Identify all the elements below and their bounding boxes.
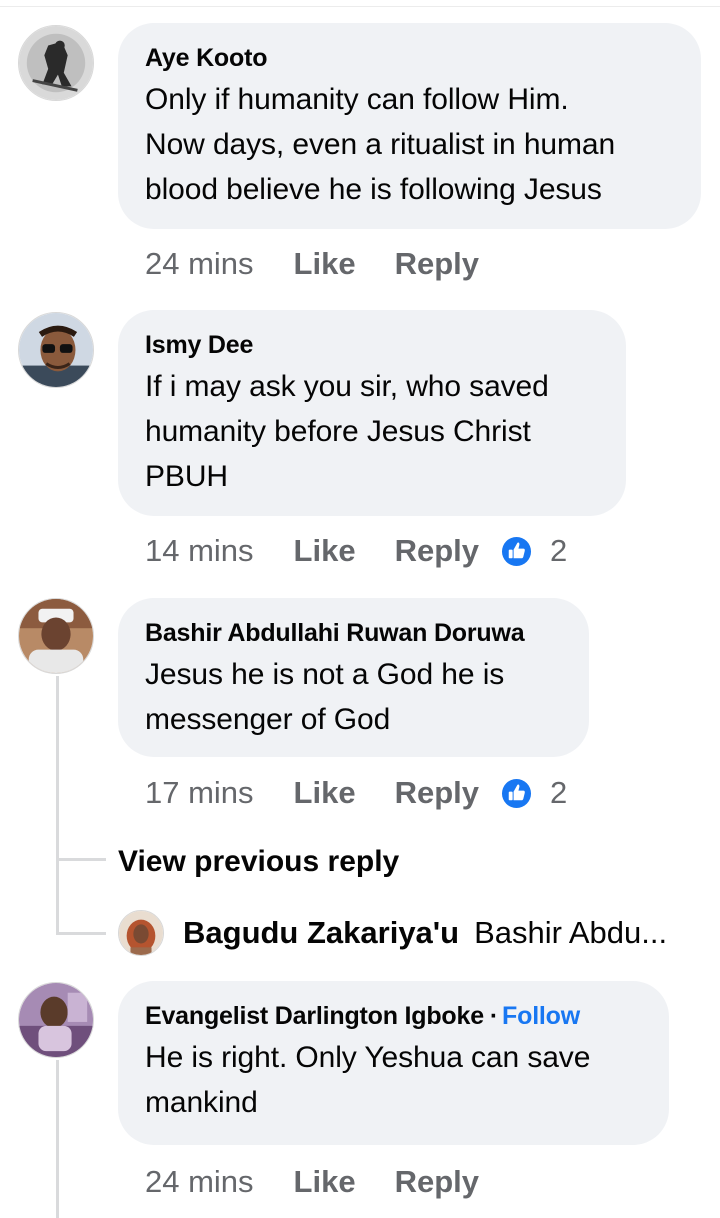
separator-dot: · [489,1002,499,1030]
like-button[interactable]: Like [294,775,356,811]
reply-button[interactable]: Reply [395,775,479,811]
avatar-image [19,983,93,1057]
reply-text: Bashir Abdu... [474,915,668,950]
avatar-darlington[interactable] [18,982,94,1058]
comment-author[interactable]: Aye Kooto [145,43,675,73]
like-thumbs-up-icon [501,536,532,566]
comment-author[interactable]: Evangelist Darlington Igboke [145,1002,484,1030]
comment-text-line: Now days, even a ritualist in human [145,128,616,161]
like-button[interactable]: Like [294,246,356,282]
avatar-bagudu[interactable] [118,910,164,956]
avatar-image [19,313,93,387]
like-button[interactable]: Like [294,533,356,569]
avatar-image [119,911,163,955]
comment-bubble: Ismy Dee If i may ask you sir, who saved… [118,310,626,516]
reply-button[interactable]: Reply [395,533,479,569]
comment-text-line: PBUH [145,460,228,493]
comment-actions: 14 mins Like Reply 2 [145,531,567,571]
reaction-summary[interactable]: 2 [501,533,567,569]
reaction-summary[interactable]: 2 [501,775,567,811]
comment-text-line: mankind [145,1086,258,1119]
reply-author[interactable]: Bagudu Zakariya'u [183,915,459,951]
comment-text-line: messenger of God [145,703,391,736]
comment-actions: 24 mins Like Reply [145,244,479,284]
reply-button[interactable]: Reply [395,246,479,282]
comment-author[interactable]: Bashir Abdullahi Ruwan Doruwa [145,618,563,648]
follow-button[interactable]: Follow [502,1002,580,1030]
comment-text-line: If i may ask you sir, who saved [145,370,549,403]
comment-bubble: Aye Kooto Only if humanity can follow Hi… [118,23,701,229]
comment-text-line: humanity before Jesus Christ [145,415,531,448]
comment-actions: 24 mins Like Reply [145,1162,479,1202]
reaction-count: 2 [550,775,568,810]
comment-timestamp[interactable]: 17 mins [145,775,254,811]
reaction-count: 2 [550,533,568,568]
like-thumbs-up-icon [501,778,532,808]
comment-text-line: Jesus he is not a God he is [145,658,505,691]
comment-timestamp[interactable]: 24 mins [145,1164,254,1200]
comment-bubble: Bashir Abdullahi Ruwan Doruwa Jesus he i… [118,598,589,757]
comment-text-line: He is right. Only Yeshua can save [145,1041,591,1074]
comment-text-line: Only if humanity can follow Him. [145,83,569,116]
avatar-bashir[interactable] [18,598,94,674]
thread-line [56,1060,59,1218]
comment-timestamp[interactable]: 24 mins [145,246,254,282]
comment-text: Only if humanity can follow Him. Now day… [145,77,675,212]
reply-preview[interactable]: Bagudu Zakariya'u Bashir Abdu... [118,909,667,957]
avatar-aye-kooto[interactable] [18,25,94,101]
comment-text: If i may ask you sir, who saved humanity… [145,364,600,499]
top-divider [0,6,720,7]
avatar-image [19,26,93,100]
comment-author[interactable]: Ismy Dee [145,330,600,360]
like-button[interactable]: Like [294,1164,356,1200]
avatar-ismy-dee[interactable] [18,312,94,388]
avatar-image [19,599,93,673]
comment-text: He is right. Only Yeshua can save mankin… [145,1035,643,1125]
thread-connector [56,932,106,935]
comment-timestamp[interactable]: 14 mins [145,533,254,569]
comment-text-line: blood believe he is following Jesus [145,173,602,206]
comment-actions: 17 mins Like Reply 2 [145,773,567,813]
comment-author-line: Evangelist Darlington Igboke · Follow [145,1001,643,1031]
thread-connector [56,858,106,861]
comment-text: Jesus he is not a God he is messenger of… [145,652,563,742]
view-previous-reply-link[interactable]: View previous reply [118,842,399,882]
reply-button[interactable]: Reply [395,1164,479,1200]
comment-bubble: Evangelist Darlington Igboke · Follow He i… [118,981,669,1145]
thread-line [56,676,59,934]
